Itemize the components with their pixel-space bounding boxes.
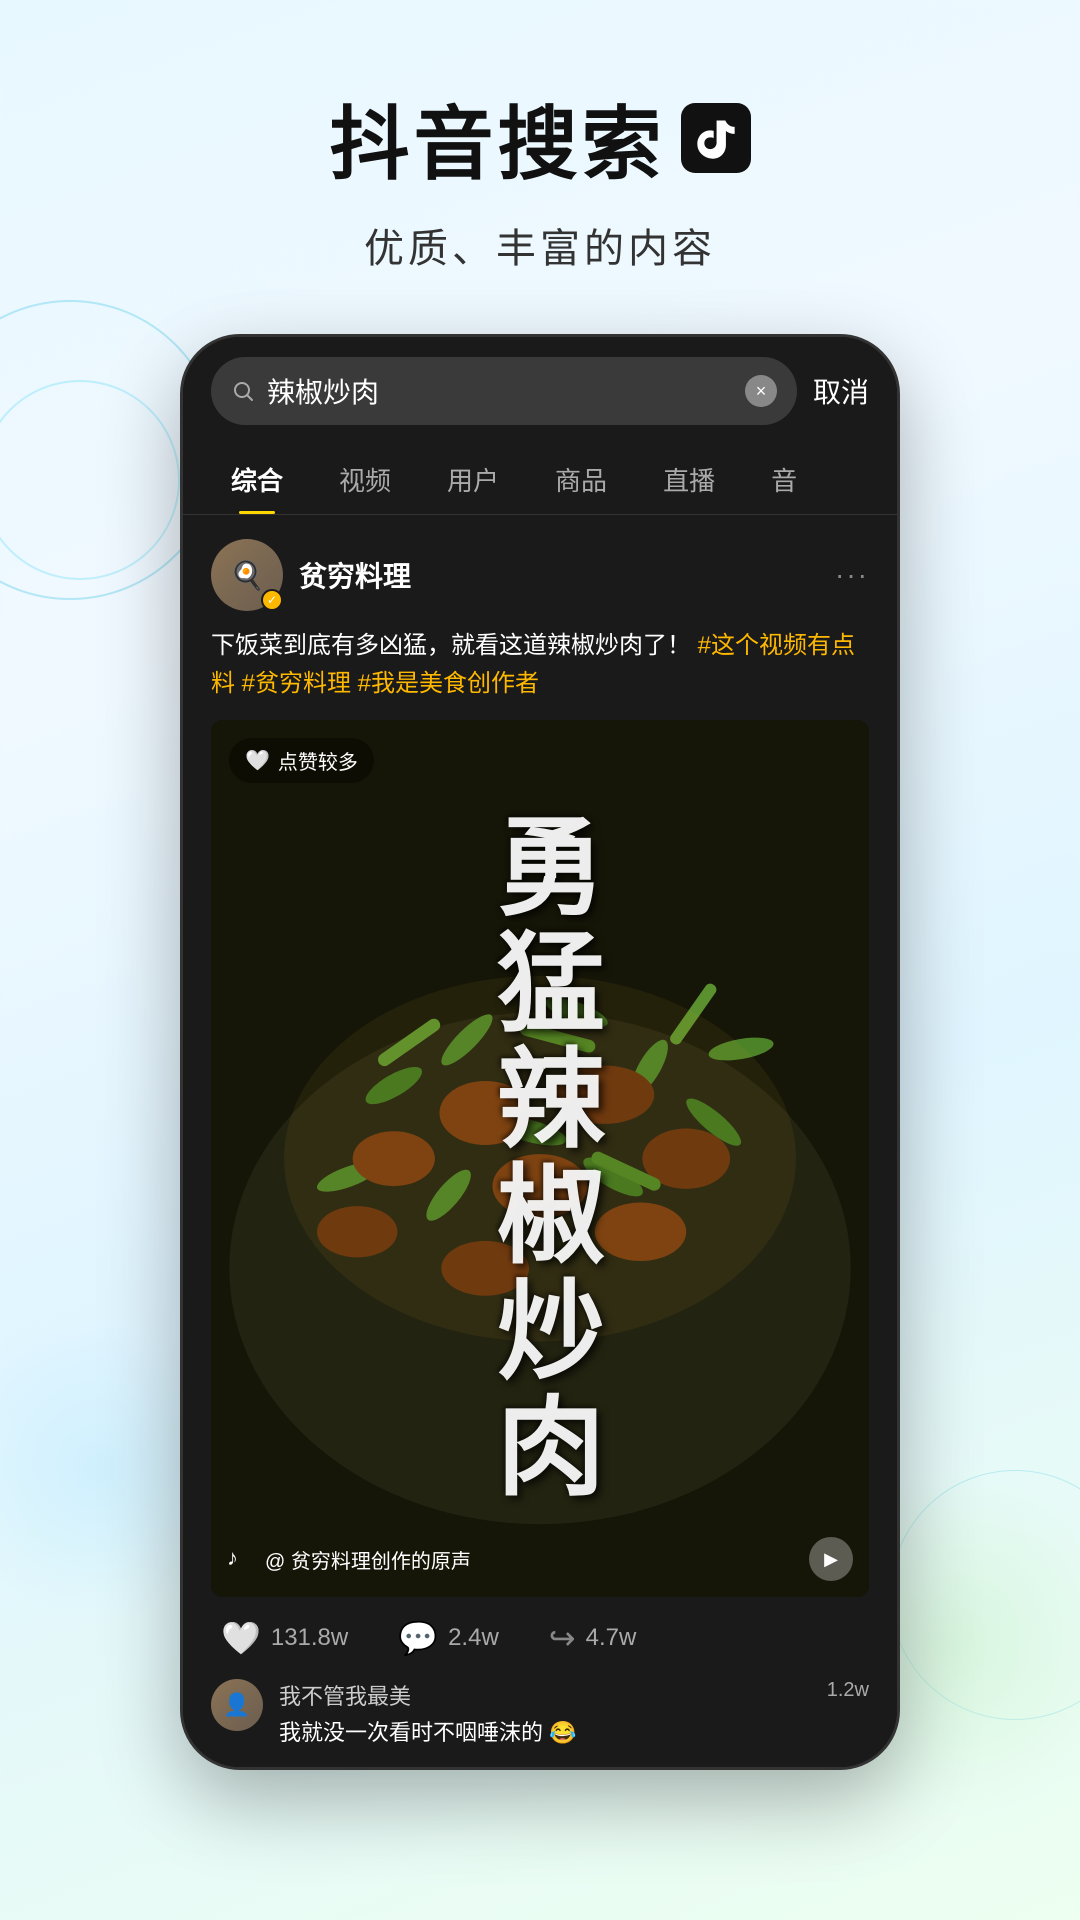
post-header: 🍳 ✓ 贫穷料理 ··· [211,539,869,611]
comments-count: 2.4w [448,1624,499,1652]
likes-count: 131.8w [271,1624,348,1652]
post-desc-plain: 下饭菜到底有多凶猛，就看这道辣椒炒肉了！ [211,632,691,659]
tiktok-logo-icon [681,103,751,173]
video-calligraphy-text: 勇猛辣椒炒肉 [486,810,594,1506]
sound-bar: ♪ @ 贫穷料理创作的原声 ▶ [227,1537,853,1581]
shares-count: 4.7w [586,1624,637,1652]
share-icon: ↪ [549,1619,576,1657]
tab-user[interactable]: 用户 [419,445,527,514]
comment-icon: 💬 [398,1619,438,1657]
tab-live[interactable]: 直播 [635,445,743,514]
header-title: 抖音搜索 [330,80,666,196]
search-query-text: 辣椒炒肉 [267,371,733,411]
video-text-overlay: 勇猛辣椒炒肉 [211,720,869,1597]
tabs-bar: 综合 视频 用户 商品 直播 音 [183,445,897,515]
sound-text-label: @ 贫穷料理创作的原声 [265,1545,799,1574]
tab-music[interactable]: 音 [743,445,825,514]
verified-badge-icon: ✓ [261,589,283,611]
phone-mockup: 辣椒炒肉 × 取消 综合 视频 用户 商品 直播 音 [180,334,900,1770]
search-icon [231,379,255,403]
page-header: 抖音搜索 优质、丰富的内容 [0,0,1080,314]
search-cancel-button[interactable]: 取消 [813,371,869,411]
header-title-row: 抖音搜索 [0,80,1080,196]
video-thumbnail[interactable]: 🤍 点赞较多 勇猛辣椒炒肉 ♪ @ 贫穷料理创作的原声 ▶ [211,720,869,1597]
commenter-avatar: 👤 [211,1679,263,1731]
commenter-name: 我不管我最美 [279,1679,811,1711]
play-button[interactable]: ▶ [809,1537,853,1581]
tab-product[interactable]: 商品 [527,445,635,514]
comment-section: 👤 我不管我最美 我就没一次看时不咽唾沫的 😂 1.2w [183,1679,897,1767]
more-options-icon[interactable]: ··· [835,559,869,591]
heart-icon: 🤍 [221,1619,261,1657]
comment-text: 我就没一次看时不咽唾沫的 😂 [279,1715,811,1747]
header-subtitle: 优质、丰富的内容 [0,216,1080,274]
post-description: 下饭菜到底有多凶猛，就看这道辣椒炒肉了！ #这个视频有点料 #贫穷料理 #我是美… [211,627,869,704]
comment-likes-count: 1.2w [827,1679,869,1702]
avatar-wrap: 🍳 ✓ [211,539,283,611]
tab-video[interactable]: 视频 [311,445,419,514]
username-label[interactable]: 贫穷料理 [299,555,411,595]
comment-content: 我不管我最美 我就没一次看时不咽唾沫的 😂 [279,1679,811,1747]
phone-container: 辣椒炒肉 × 取消 综合 视频 用户 商品 直播 音 [0,334,1080,1770]
tiktok-sound-icon: ♪ [227,1545,255,1573]
search-input-wrap[interactable]: 辣椒炒肉 × [211,357,797,425]
user-info: 🍳 ✓ 贫穷料理 [211,539,411,611]
phone-inner: 辣椒炒肉 × 取消 综合 视频 用户 商品 直播 音 [183,337,897,1767]
comment-interaction[interactable]: 💬 2.4w [398,1619,499,1657]
like-interaction[interactable]: 🤍 131.8w [221,1619,348,1657]
share-interaction[interactable]: ↪ 4.7w [549,1619,637,1657]
tab-comprehensive[interactable]: 综合 [203,445,311,514]
search-clear-button[interactable]: × [745,375,777,407]
search-bar: 辣椒炒肉 × 取消 [183,337,897,445]
interaction-bar: 🤍 131.8w 💬 2.4w ↪ 4.7w [211,1597,869,1679]
post-card: 🍳 ✓ 贫穷料理 ··· 下饭菜到底有多凶猛，就看这道辣椒炒肉了！ #这个视频有… [183,515,897,1679]
